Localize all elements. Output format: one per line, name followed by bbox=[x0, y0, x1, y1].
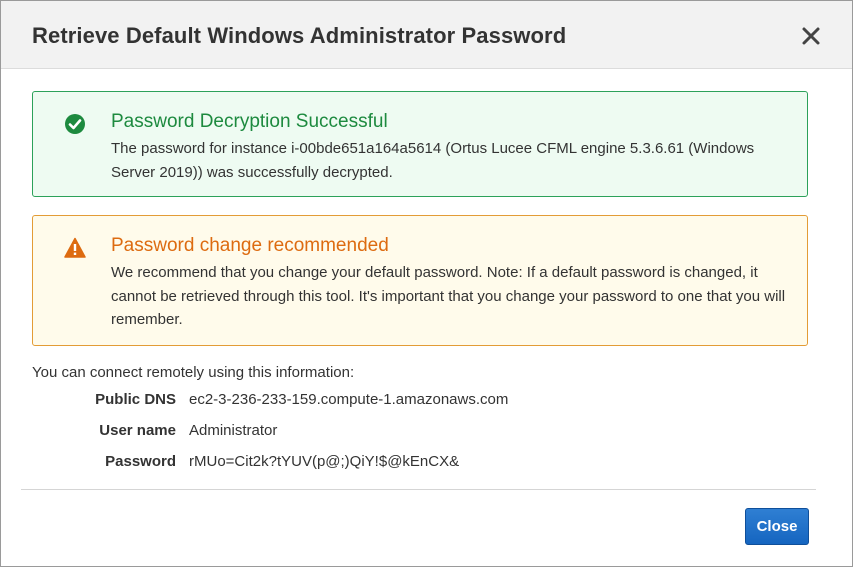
success-alert-message: The password for instance i-00bde651a164… bbox=[111, 140, 755, 181]
user-name-label: User name bbox=[99, 422, 176, 439]
warning-alert-title: Password change recommended bbox=[111, 235, 389, 256]
close-button[interactable]: Close bbox=[745, 508, 809, 545]
close-icon[interactable] bbox=[800, 25, 822, 47]
warning-alert: Password change recommended We recommend… bbox=[32, 215, 808, 346]
user-name-value[interactable]: Administrator bbox=[189, 422, 277, 439]
dialog-title: Retrieve Default Windows Administrator P… bbox=[32, 23, 567, 48]
success-alert-title: Password Decryption Successful bbox=[111, 111, 388, 132]
password-label: Password bbox=[105, 453, 176, 470]
warning-triangle-icon bbox=[64, 237, 86, 258]
public-dns-label: Public DNS bbox=[95, 391, 176, 408]
connection-intro-text: You can connect remotely using this info… bbox=[32, 364, 355, 381]
warning-alert-message: We recommend that you change your defaul… bbox=[111, 264, 786, 328]
password-value[interactable]: rMUo=Cit2k?tYUV(p@;)QiY!$@kEnCX& bbox=[189, 453, 459, 470]
success-alert: Password Decryption Successful The passw… bbox=[32, 91, 808, 197]
footer-divider bbox=[21, 489, 816, 490]
public-dns-value[interactable]: ec2-3-236-233-159.compute-1.amazonaws.co… bbox=[189, 391, 508, 408]
retrieve-password-dialog: Retrieve Default Windows Administrator P… bbox=[0, 0, 853, 567]
check-circle-icon bbox=[65, 114, 85, 134]
dialog-header: Retrieve Default Windows Administrator P… bbox=[1, 1, 852, 69]
